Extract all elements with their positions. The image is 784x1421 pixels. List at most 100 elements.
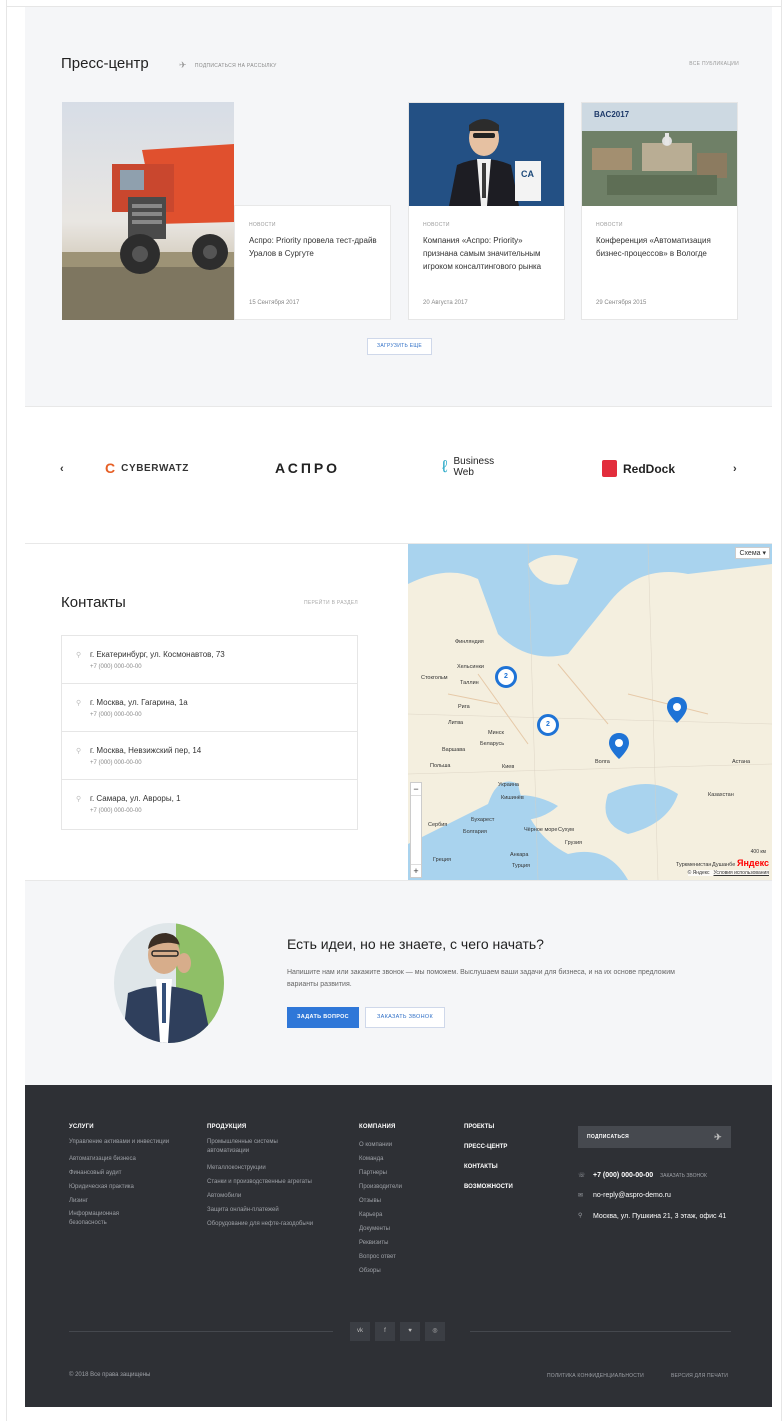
footer-link[interactable]: Лизинг: [69, 1194, 179, 1208]
map-cluster-marker[interactable]: 2: [537, 714, 559, 736]
contact-address: г. Екатеринбург, ул. Космонавтов, 73: [90, 650, 225, 659]
footer-link[interactable]: Управление активами и инвестиции: [69, 1138, 179, 1147]
footer-link[interactable]: Промышленные системы автоматизации: [207, 1138, 302, 1156]
map-label: Болгария: [463, 829, 487, 835]
map-pin-marker[interactable]: [667, 697, 687, 723]
news-card[interactable]: BAC2017 Новости Конференция «Автоматизац…: [581, 102, 738, 320]
carousel-next-button[interactable]: ›: [733, 463, 737, 475]
footer-link[interactable]: Информационная безопасность: [69, 1210, 139, 1228]
footer-link[interactable]: Оборудование для нефте-газодобычи: [207, 1217, 337, 1231]
paper-plane-icon: ✈: [714, 1132, 722, 1142]
footer-link[interactable]: Автоматизация бизнеса: [69, 1152, 179, 1166]
award-photo: CA: [409, 103, 564, 206]
instagram-icon[interactable]: ◎: [425, 1322, 445, 1341]
news-card-body: Новости Компания «Аспро: Priority» призн…: [409, 206, 564, 319]
facebook-icon[interactable]: f: [375, 1322, 395, 1341]
map-pin-icon: ⚲: [76, 700, 82, 707]
partners-carousel: ‹ C CYBERWATZ АСПРО ℓ Business Web RedDo…: [25, 408, 772, 544]
partner-logo-aspro[interactable]: АСПРО: [275, 460, 340, 476]
privacy-policy-link[interactable]: Политика конфиденциальности: [547, 1373, 644, 1379]
contacts-map[interactable]: Схема ▾ Финляндия Хельсинки Стокгольм Та…: [408, 544, 772, 880]
footer-link[interactable]: Документы: [359, 1222, 449, 1236]
map-label: Минск: [488, 730, 504, 736]
partner-logo-reddock[interactable]: RedDock: [602, 460, 675, 477]
footer-phone-row: ☏ +7 (000) 000-00-00 Заказать звонок: [578, 1172, 707, 1181]
footer-link[interactable]: Обзоры: [359, 1264, 449, 1278]
contact-item[interactable]: ⚲ г. Москва, Невзижский пер, 14 +7 (000)…: [62, 732, 357, 780]
map-label: Анкара: [510, 852, 529, 858]
footer-link[interactable]: Юридическая практика: [69, 1180, 179, 1194]
subscribe-newsletter-link[interactable]: ✈ Подписаться на рассылку: [179, 60, 277, 71]
all-publications-link[interactable]: Все публикации: [689, 61, 739, 67]
news-card[interactable]: CA Новости Компания «Аспро: Priority» пр…: [408, 102, 565, 320]
footer-link[interactable]: Защита онлайн-платежей: [207, 1203, 337, 1217]
map-terms-link[interactable]: Условия использования: [714, 870, 770, 876]
carousel-prev-button[interactable]: ‹: [60, 463, 64, 475]
footer-phone[interactable]: +7 (000) 000-00-00: [593, 1172, 653, 1181]
contacts-list: ⚲ г. Екатеринбург, ул. Космонавтов, 73 +…: [61, 635, 358, 830]
map-pin-icon: ⚲: [76, 796, 82, 803]
zoom-slider[interactable]: [411, 795, 421, 865]
map-pin-icon: ⚲: [578, 1213, 583, 1219]
news-card-featured[interactable]: Новости Аспро: Priority провела тест-дра…: [62, 102, 391, 320]
vk-icon[interactable]: vk: [350, 1322, 370, 1341]
footer-link[interactable]: Финансовый аудит: [69, 1166, 179, 1180]
partner-logo-cyberwatz[interactable]: C CYBERWATZ: [105, 460, 189, 476]
footer-services-title[interactable]: Услуги: [69, 1124, 179, 1130]
footer-products-title[interactable]: Продукция: [207, 1124, 337, 1130]
footer-company-title[interactable]: Компания: [359, 1124, 449, 1130]
cyberwatz-icon: C: [105, 460, 116, 476]
contact-item[interactable]: ⚲ г. Екатеринбург, ул. Космонавтов, 73 +…: [62, 636, 357, 684]
map-type-select[interactable]: Схема ▾: [735, 547, 770, 559]
footer-link[interactable]: Отзывы: [359, 1194, 449, 1208]
map-label: Хельсинки: [457, 664, 484, 670]
twitter-icon[interactable]: ♥: [400, 1322, 420, 1341]
go-to-section-link[interactable]: Перейти в раздел: [304, 600, 358, 606]
news-title-link[interactable]: Конференция «Автоматизация бизнес-процес…: [596, 234, 727, 260]
map-pin-marker[interactable]: [609, 733, 629, 759]
footer-nav-opportunities[interactable]: Возможности: [464, 1184, 554, 1190]
contact-item[interactable]: ⚲ г. Москва, ул. Гагарина, 1а +7 (000) 0…: [62, 684, 357, 732]
zoom-in-icon[interactable]: +: [411, 865, 421, 877]
contact-item[interactable]: ⚲ г. Самара, ул. Авроры, 1 +7 (000) 000-…: [62, 780, 357, 829]
order-call-button[interactable]: Заказать звонок: [365, 1007, 445, 1028]
footer-nav-press-center[interactable]: Пресс-центр: [464, 1144, 554, 1150]
order-call-link[interactable]: Заказать звонок: [660, 1172, 707, 1181]
partner-name: CYBERWATZ: [121, 462, 189, 474]
news-category: Новости: [249, 222, 276, 228]
footer-link[interactable]: Автомобили: [207, 1189, 337, 1203]
partner-logo-business-web[interactable]: ℓ Business Web: [442, 456, 498, 478]
ask-question-button[interactable]: Задать вопрос: [287, 1007, 359, 1028]
footer-nav-projects[interactable]: Проекты: [464, 1124, 554, 1130]
map-zoom-control[interactable]: − +: [410, 782, 422, 878]
footer-link[interactable]: Производители: [359, 1180, 449, 1194]
footer-link[interactable]: Карьера: [359, 1208, 449, 1222]
map-label: Бухарест: [471, 817, 495, 823]
contact-address: г. Москва, Невзижский пер, 14: [90, 746, 202, 755]
zoom-out-icon[interactable]: −: [411, 783, 421, 795]
print-version-link[interactable]: Версия для печати: [671, 1373, 728, 1379]
news-title-link[interactable]: Аспро: Priority провела тест-драйв Урало…: [249, 234, 380, 260]
bac-logo-text: BAC2017: [594, 110, 630, 119]
footer-nav-contacts[interactable]: Контакты: [464, 1164, 554, 1170]
footer-link[interactable]: Станки и производственные агрегаты: [207, 1175, 337, 1189]
footer-link[interactable]: Металлоконструкции: [207, 1161, 337, 1175]
footer-divider: [69, 1331, 333, 1332]
contacts-title: Контакты: [61, 594, 126, 611]
footer-link[interactable]: О компании: [359, 1138, 449, 1152]
contact-phone: +7 (000) 000-00-00: [90, 712, 142, 718]
footer-link[interactable]: Команда: [359, 1152, 449, 1166]
footer-link[interactable]: Партнеры: [359, 1166, 449, 1180]
news-card-featured-body: Новости Аспро: Priority провела тест-дра…: [234, 205, 391, 320]
footer-email[interactable]: no-reply@aspro-demo.ru: [593, 1192, 671, 1199]
map-label: Душанбе: [712, 862, 736, 868]
news-title-link[interactable]: Компания «Аспро: Priority» признана самы…: [423, 234, 554, 273]
footer-link[interactable]: Вопрос ответ: [359, 1250, 449, 1264]
map-cluster-marker[interactable]: 2: [495, 666, 517, 688]
news-date: 29 Сентября 2015: [596, 300, 647, 306]
footer-copyright: © 2018 Все права защищены: [69, 1372, 151, 1378]
load-more-button[interactable]: Загрузить еще: [367, 338, 432, 355]
map-label: Сухум: [558, 827, 574, 833]
footer-link[interactable]: Реквизиты: [359, 1236, 449, 1250]
footer-subscribe-button[interactable]: Подписаться ✈: [578, 1126, 731, 1148]
